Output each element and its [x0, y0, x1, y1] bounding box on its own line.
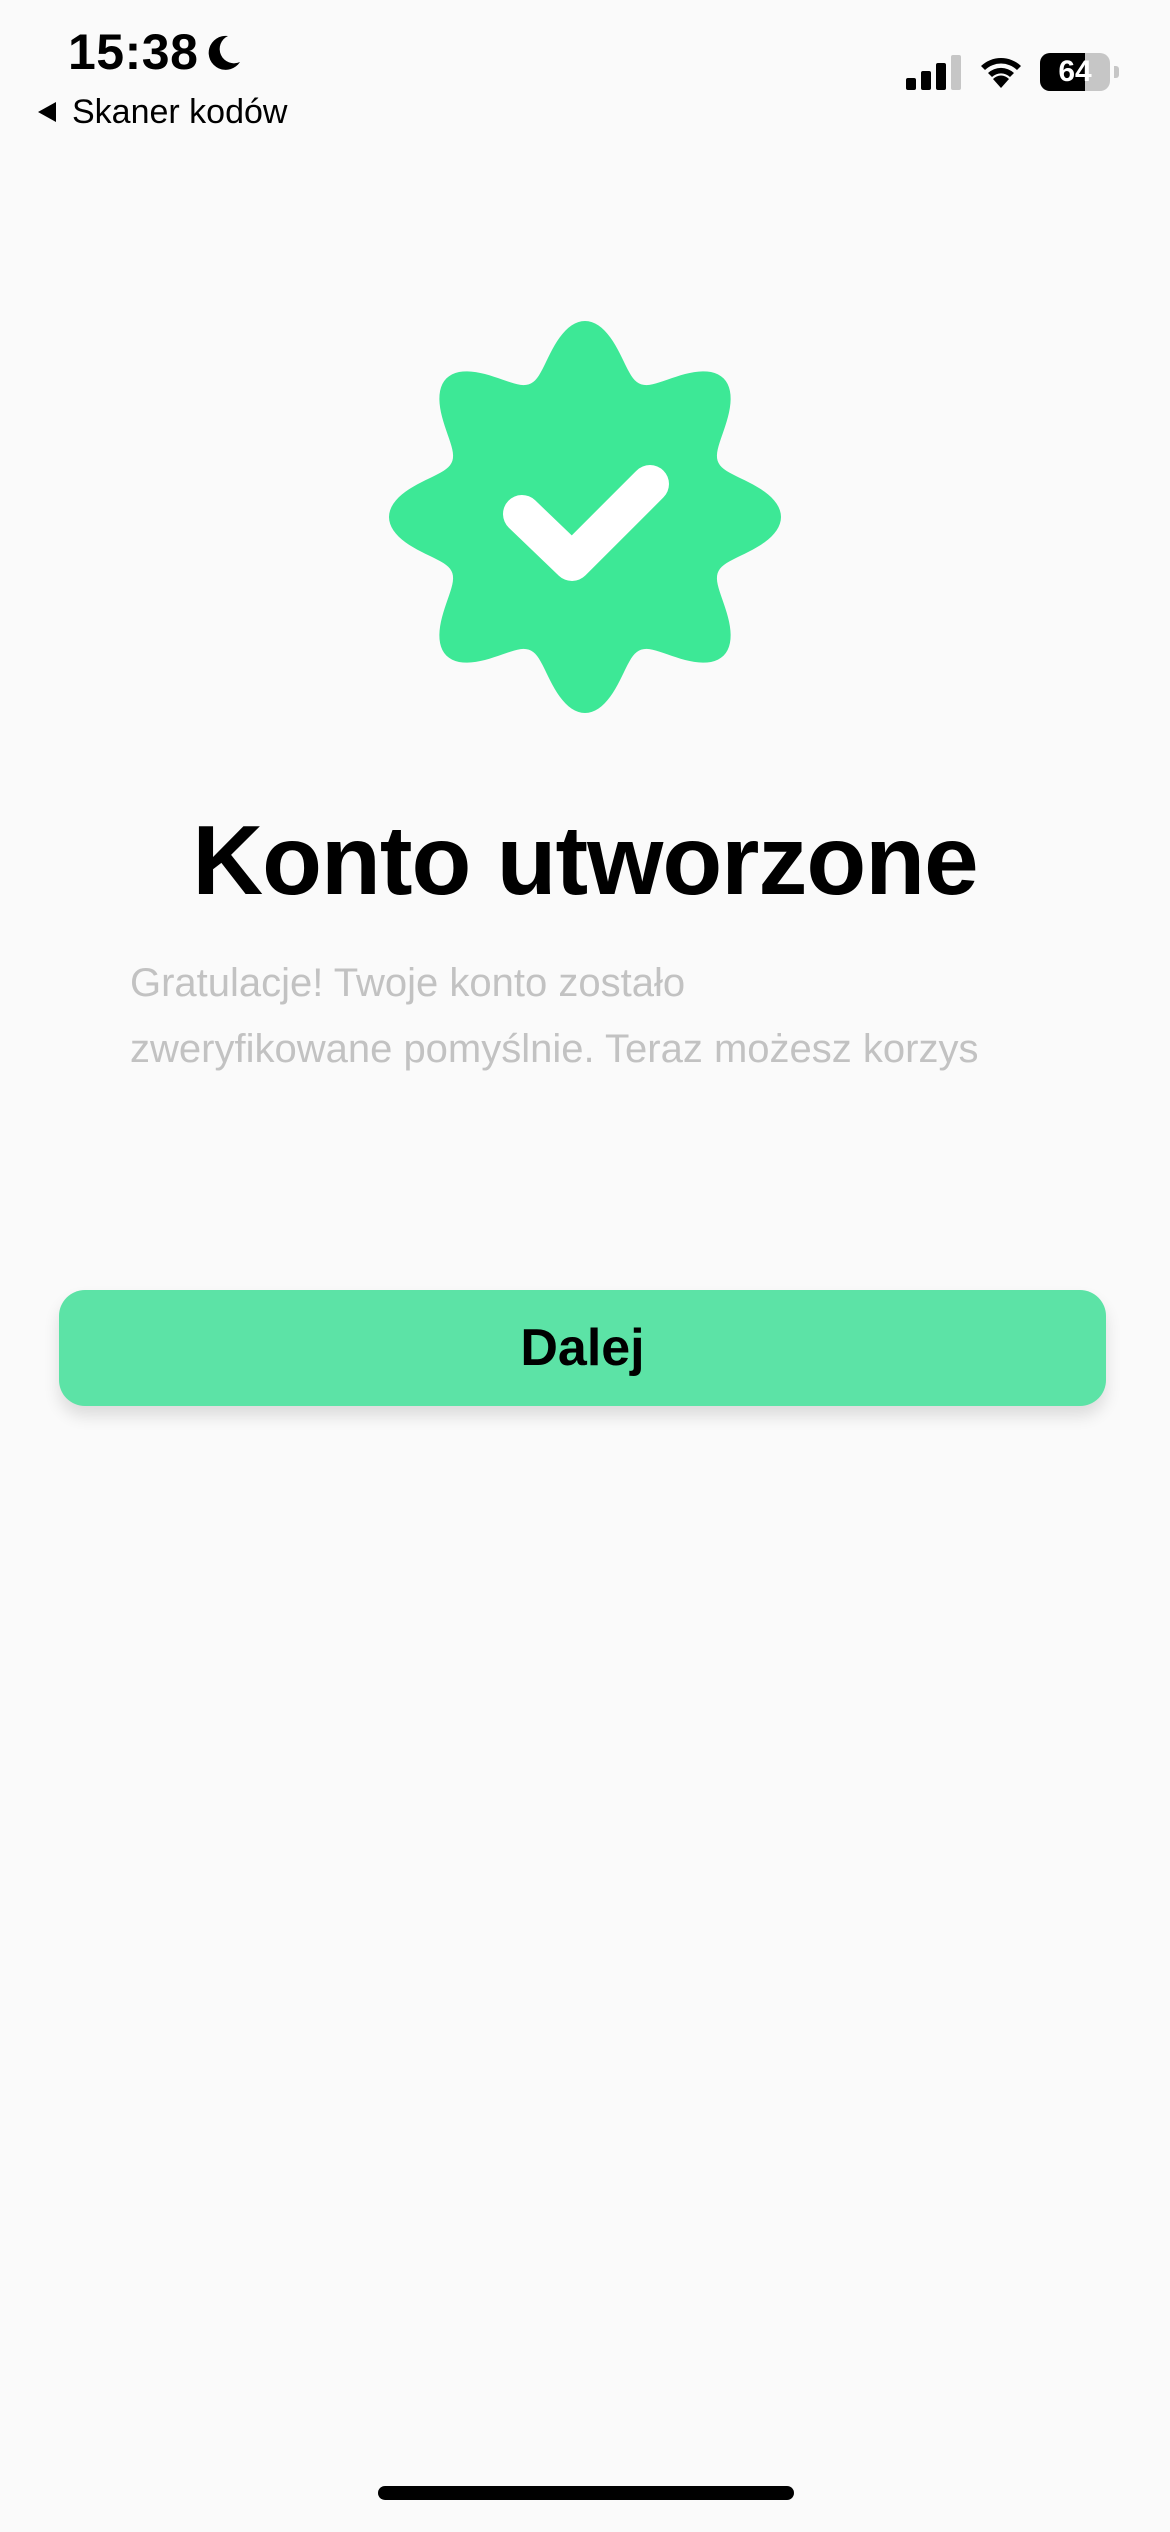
wifi-icon [981, 58, 1021, 88]
account-created-screen: 15:38 Skaner kodów 64 Konto utworzone Gr… [0, 0, 1170, 2532]
next-button[interactable]: Dalej [59, 1290, 1106, 1406]
page-title: Konto utworzone [192, 805, 978, 915]
description-line-1: Gratulacje! Twoje konto zostało [130, 961, 686, 1005]
status-time: 15:38 [68, 24, 199, 80]
description-text: Gratulacje! Twoje konto zostało zweryfik… [130, 950, 1050, 1080]
description-line-2: zweryfikowane pomyślnie. Teraz możesz ko… [130, 1027, 979, 1071]
battery-level: 64 [1058, 55, 1092, 88]
back-arrow-icon [38, 102, 56, 122]
verified-badge-icon [389, 321, 781, 713]
moon-icon [208, 35, 240, 70]
battery-icon: 64 [1040, 53, 1119, 91]
back-to-app-link[interactable]: Skaner kodów [36, 90, 287, 134]
home-indicator[interactable] [378, 2486, 794, 2500]
next-button-label: Dalej [520, 1319, 645, 1377]
back-link-label: Skaner kodów [72, 93, 288, 131]
cellular-signal-icon [906, 55, 961, 90]
status-bar: 15:38 Skaner kodów 64 [0, 0, 1170, 140]
